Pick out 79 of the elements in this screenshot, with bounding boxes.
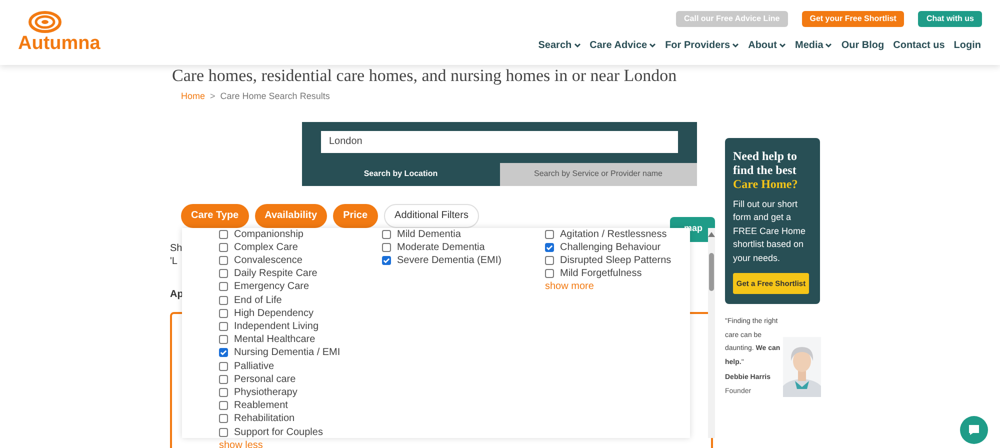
checkbox[interactable] — [219, 362, 228, 371]
option-label[interactable]: Challenging Behaviour — [560, 240, 672, 254]
checkbox[interactable] — [545, 269, 554, 278]
option-label[interactable]: Reablement — [234, 399, 346, 412]
option-label[interactable]: Nursing Dementia / EMI — [234, 346, 346, 360]
nav-link[interactable]: Our Blog — [841, 38, 884, 53]
option-label[interactable]: Emergency Care — [234, 280, 346, 294]
option-label[interactable]: Daily Respite Care — [234, 267, 346, 280]
checkbox[interactable] — [219, 256, 228, 265]
checkbox[interactable] — [219, 401, 228, 410]
chat-button[interactable] — [960, 416, 988, 444]
search-tab[interactable]: Search by Service or Provider name — [500, 162, 697, 186]
chevron-down-icon — [649, 43, 656, 48]
checkbox[interactable] — [219, 230, 228, 238]
checkbox[interactable] — [219, 308, 228, 318]
checkbox[interactable] — [219, 322, 228, 331]
nav-link[interactable]: Contact us — [893, 38, 945, 53]
checkbox[interactable] — [545, 242, 554, 252]
nav-link[interactable]: About — [748, 38, 786, 53]
location-field[interactable]: London — [321, 130, 678, 152]
option-label[interactable]: Support for Couples — [234, 426, 346, 439]
option-label[interactable]: Disrupted Sleep Patterns — [560, 254, 672, 268]
help-text: Fill out our short form and get a FREE Care Home shortlist based on your needs. — [733, 198, 807, 265]
scroll-thumb[interactable] — [709, 252, 714, 290]
breadcrumb-separator: > — [210, 90, 216, 103]
checkbox[interactable] — [219, 269, 228, 278]
option-label[interactable]: Personal care — [234, 372, 346, 386]
checkbox[interactable] — [219, 414, 228, 424]
option-label[interactable]: Mental Healthcare — [234, 333, 346, 346]
chevron-down-icon — [778, 43, 786, 48]
checkbox[interactable] — [382, 256, 391, 265]
page-title-text: Care Home Search Results — [220, 90, 330, 103]
option-label[interactable]: Mild Forgetfulness — [560, 267, 672, 280]
option-label[interactable]: End of Life — [234, 294, 346, 307]
logo-icon — [28, 11, 62, 33]
check-icon — [220, 349, 227, 356]
option-label[interactable]: Physiotherapy — [234, 386, 346, 400]
option-label[interactable]: Severe Dementia (EMI) — [397, 254, 509, 268]
checkbox[interactable] — [382, 230, 391, 238]
option-label[interactable]: High Dependency — [234, 306, 346, 320]
help-title: Need help to find the best — [733, 148, 798, 176]
result-text: 'L — [170, 254, 178, 268]
checkbox[interactable] — [545, 256, 554, 265]
nav-link[interactable]: Login — [954, 38, 981, 53]
option-label[interactable]: Palliative — [234, 360, 346, 373]
option-label[interactable]: Mild Dementia — [397, 228, 509, 241]
check-icon — [383, 256, 390, 264]
nav-link[interactable]: Media — [794, 38, 832, 53]
chevron-down-icon — [825, 43, 832, 48]
checkbox[interactable] — [219, 282, 228, 292]
option-label[interactable]: Moderate Dementia — [397, 240, 509, 254]
option-label[interactable]: Independent Living — [234, 320, 346, 334]
result-text: Sh — [170, 242, 182, 254]
checkbox[interactable] — [382, 242, 391, 252]
filter-pill[interactable]: Additional Filters — [384, 204, 480, 228]
chevron-down-icon — [732, 43, 740, 48]
option-label[interactable]: Agitation / Restlessness — [560, 228, 672, 241]
checkbox[interactable] — [219, 242, 228, 252]
checkbox[interactable] — [219, 335, 228, 344]
option-label[interactable]: Convalescence — [234, 254, 346, 268]
scrollbar[interactable] — [708, 228, 715, 438]
checkbox[interactable] — [219, 348, 228, 358]
option-label[interactable]: Companionship — [234, 228, 346, 241]
check-icon — [546, 244, 553, 251]
nav-link[interactable]: For Providers — [665, 38, 740, 53]
nav-link[interactable]: Search — [538, 38, 581, 53]
nav-link[interactable]: Care Advice — [590, 38, 656, 53]
checkbox[interactable] — [219, 428, 228, 437]
help-title-highlight: Care Home? — [733, 176, 799, 190]
checkbox[interactable] — [219, 388, 228, 397]
checkbox[interactable] — [219, 374, 228, 384]
option-label[interactable]: Rehabilitation — [234, 412, 346, 426]
chat-icon — [967, 423, 981, 437]
option-label[interactable]: Complex Care — [234, 240, 346, 254]
page-heading: Care homes, residential care homes, and nursing homes in or near London — [172, 66, 677, 85]
chevron-down-icon — [574, 43, 581, 48]
checkbox[interactable] — [219, 296, 228, 305]
checkbox[interactable] — [545, 230, 554, 238]
scroll-up-icon — [708, 232, 715, 236]
